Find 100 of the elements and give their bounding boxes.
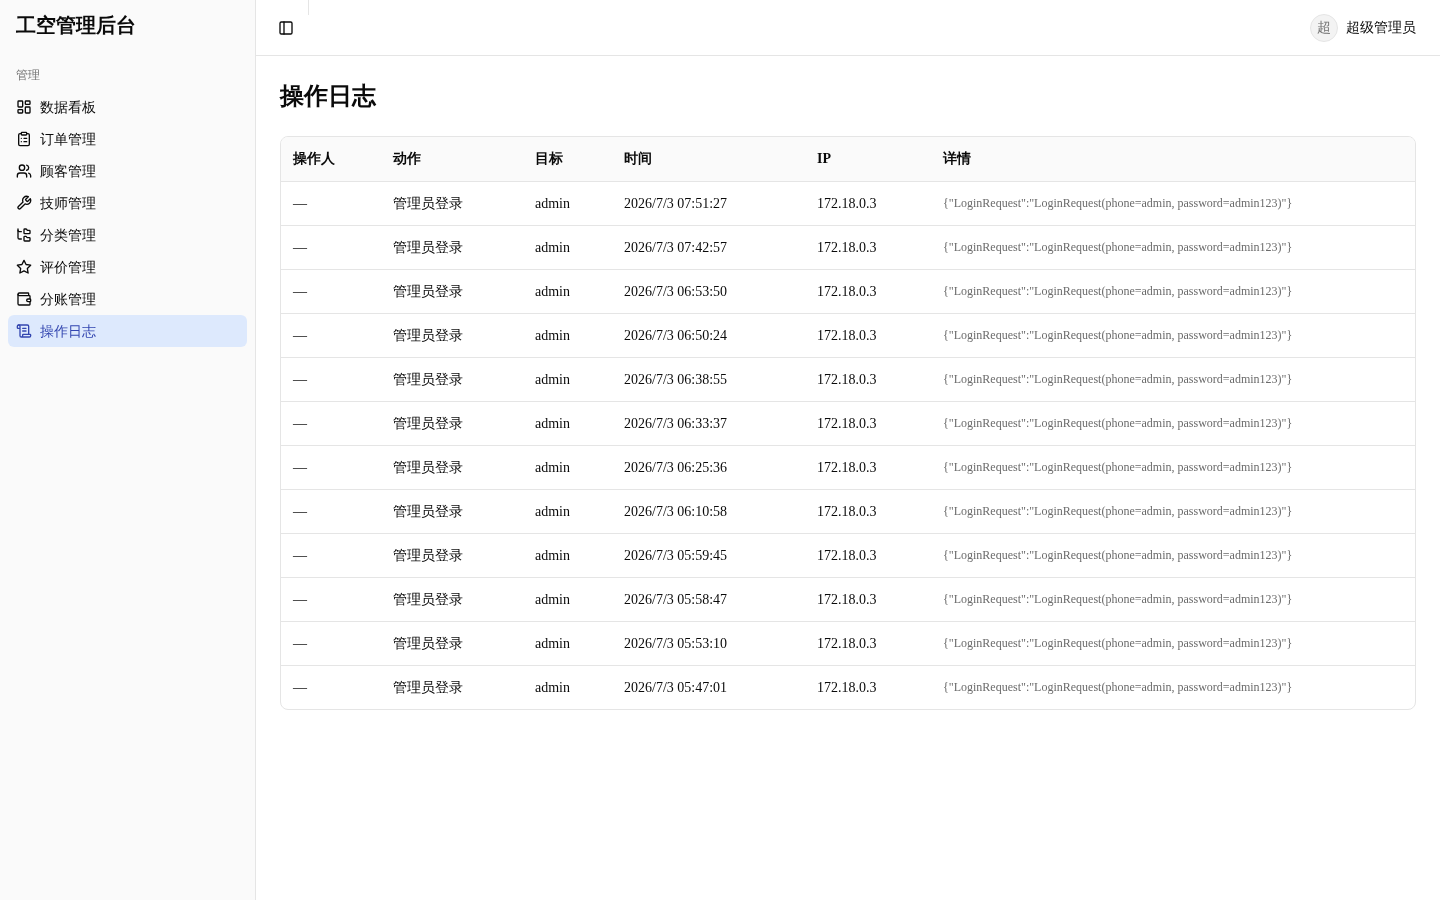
users-icon <box>16 163 32 179</box>
table-cell: 2026/7/3 06:38:55 <box>612 357 805 401</box>
column-header: IP <box>805 137 931 181</box>
table-cell: admin <box>523 489 612 533</box>
table-cell: 2026/7/3 06:53:50 <box>612 269 805 313</box>
table-cell: admin <box>523 313 612 357</box>
table-cell: 2026/7/3 06:25:36 <box>612 445 805 489</box>
table-cell: 172.18.0.3 <box>805 269 931 313</box>
clipboard-icon <box>16 131 32 147</box>
table-cell: 管理员登录 <box>381 533 523 577</box>
details-cell: {"LoginRequest":"LoginRequest(phone=admin, password=admin123)"} <box>931 401 1415 445</box>
table-cell: 2026/7/3 06:10:58 <box>612 489 805 533</box>
table-cell: 2026/7/3 05:53:10 <box>612 621 805 665</box>
table-cell: 管理员登录 <box>381 445 523 489</box>
table-cell: — <box>281 665 381 709</box>
table-cell: admin <box>523 533 612 577</box>
table-cell: admin <box>523 401 612 445</box>
nav-item[interactable]: 订单管理 <box>8 123 247 155</box>
table-cell: 管理员登录 <box>381 401 523 445</box>
column-header: 操作人 <box>281 137 381 181</box>
table-cell: — <box>281 577 381 621</box>
details-cell: {"LoginRequest":"LoginRequest(phone=admin, password=admin123)"} <box>931 181 1415 225</box>
table-cell: admin <box>523 621 612 665</box>
user-name[interactable]: 超级管理员 <box>1346 17 1416 38</box>
nav-item[interactable]: 技师管理 <box>8 187 247 219</box>
table-cell: — <box>281 401 381 445</box>
table-cell: 管理员登录 <box>381 665 523 709</box>
nav-item[interactable]: 分类管理 <box>8 219 247 251</box>
table-cell: — <box>281 269 381 313</box>
table-cell: 172.18.0.3 <box>805 533 931 577</box>
section-label: 管理 <box>16 67 40 84</box>
table-cell: 172.18.0.3 <box>805 621 931 665</box>
table-cell: 172.18.0.3 <box>805 401 931 445</box>
table-cell: admin <box>523 665 612 709</box>
table-cell: 管理员登录 <box>381 489 523 533</box>
table-cell: 2026/7/3 06:50:24 <box>612 313 805 357</box>
table-cell: admin <box>523 269 612 313</box>
app-title: 工空管理后台 <box>16 15 136 35</box>
table-cell: 172.18.0.3 <box>805 357 931 401</box>
wrench-icon <box>16 195 32 211</box>
table-cell: admin <box>523 357 612 401</box>
wallet-icon <box>16 291 32 307</box>
page-title: 操作日志 <box>280 81 377 111</box>
details-cell: {"LoginRequest":"LoginRequest(phone=admin, password=admin123)"} <box>931 445 1415 489</box>
table-cell: 172.18.0.3 <box>805 577 931 621</box>
table-cell: 管理员登录 <box>381 357 523 401</box>
table-cell: 172.18.0.3 <box>805 313 931 357</box>
nav-item[interactable]: 顾客管理 <box>8 155 247 187</box>
scroll-icon <box>16 323 32 339</box>
table-cell: 172.18.0.3 <box>805 225 931 269</box>
nav-item[interactable]: 数据看板 <box>8 91 247 123</box>
table-cell: 管理员登录 <box>381 313 523 357</box>
details-cell: {"LoginRequest":"LoginRequest(phone=admin, password=admin123)"} <box>931 621 1415 665</box>
column-header: 目标 <box>523 137 612 181</box>
sidebar-toggle-icon <box>278 19 294 36</box>
details-cell: {"LoginRequest":"LoginRequest(phone=admin, password=admin123)"} <box>931 357 1415 401</box>
table-cell: — <box>281 313 381 357</box>
table-cell: admin <box>523 181 612 225</box>
details-cell: {"LoginRequest":"LoginRequest(phone=admin, password=admin123)"} <box>931 533 1415 577</box>
table-cell: — <box>281 181 381 225</box>
table-cell: 172.18.0.3 <box>805 445 931 489</box>
table-cell: 2026/7/3 05:47:01 <box>612 665 805 709</box>
details-cell: {"LoginRequest":"LoginRequest(phone=admin, password=admin123)"} <box>931 489 1415 533</box>
column-header: 动作 <box>381 137 523 181</box>
table-cell: — <box>281 621 381 665</box>
table-cell: — <box>281 445 381 489</box>
details-cell: {"LoginRequest":"LoginRequest(phone=admin, password=admin123)"} <box>931 665 1415 709</box>
dashboard-icon <box>16 99 32 115</box>
star-icon <box>16 259 32 275</box>
column-header: 详情 <box>931 137 1415 181</box>
table-cell: 管理员登录 <box>381 181 523 225</box>
table-cell: 管理员登录 <box>381 269 523 313</box>
table-cell: 2026/7/3 05:59:45 <box>612 533 805 577</box>
table-cell: 2026/7/3 07:51:27 <box>612 181 805 225</box>
column-header: 时间 <box>612 137 805 181</box>
table-cell: — <box>281 357 381 401</box>
nav-item[interactable]: 分账管理 <box>8 283 247 315</box>
details-cell: {"LoginRequest":"LoginRequest(phone=admin, password=admin123)"} <box>931 313 1415 357</box>
details-cell: {"LoginRequest":"LoginRequest(phone=admin, password=admin123)"} <box>931 577 1415 621</box>
nav-item[interactable]: 操作日志 <box>8 315 247 347</box>
table-cell: — <box>281 533 381 577</box>
user-avatar[interactable]: 超 <box>1310 13 1338 42</box>
table-cell: — <box>281 225 381 269</box>
table-cell: 172.18.0.3 <box>805 665 931 709</box>
details-cell: {"LoginRequest":"LoginRequest(phone=admin, password=admin123)"} <box>931 269 1415 313</box>
table-cell: 172.18.0.3 <box>805 181 931 225</box>
table-cell: 管理员登录 <box>381 621 523 665</box>
table-cell: 2026/7/3 06:33:37 <box>612 401 805 445</box>
details-cell: {"LoginRequest":"LoginRequest(phone=admin, password=admin123)"} <box>931 225 1415 269</box>
nav-item[interactable]: 评价管理 <box>8 251 247 283</box>
table-cell: 172.18.0.3 <box>805 489 931 533</box>
table-cell: admin <box>523 225 612 269</box>
table-cell: 管理员登录 <box>381 225 523 269</box>
table-cell: 2026/7/3 05:58:47 <box>612 577 805 621</box>
table-cell: — <box>281 489 381 533</box>
table-cell: 管理员登录 <box>381 577 523 621</box>
folder-tree-icon <box>16 227 32 243</box>
table-cell: 2026/7/3 07:42:57 <box>612 225 805 269</box>
table-cell: admin <box>523 445 612 489</box>
table-cell: admin <box>523 577 612 621</box>
